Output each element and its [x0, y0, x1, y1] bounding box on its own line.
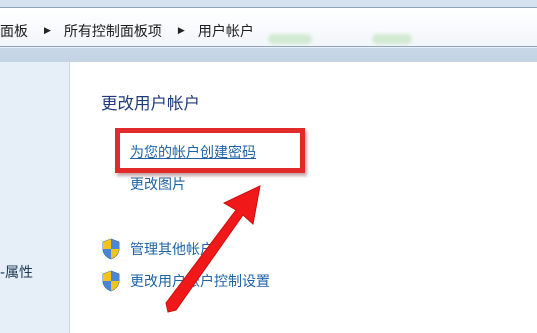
red-arrow-icon	[165, 185, 261, 313]
